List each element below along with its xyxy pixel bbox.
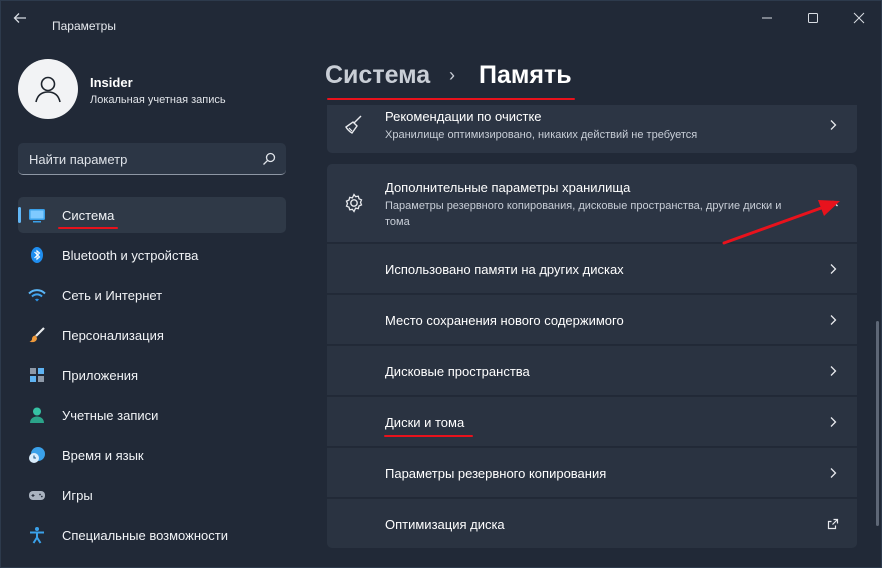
brush-icon	[29, 327, 45, 343]
sidebar-item-label: Время и язык	[62, 448, 144, 463]
accounts-icon	[30, 407, 44, 423]
sidebar-nav: Система Bluetooth и устройства Сеть и Ин…	[18, 197, 286, 557]
chevron-right-icon	[830, 468, 837, 478]
maximize-button[interactable]	[795, 5, 831, 31]
sidebar-item-gaming[interactable]: Игры	[18, 477, 286, 513]
bluetooth-icon	[31, 247, 43, 263]
annotation-arrow	[722, 200, 840, 245]
sidebar-item-label: Сеть и Интернет	[62, 288, 163, 303]
row-label: Дисковые пространства	[385, 364, 530, 379]
system-icon	[29, 209, 45, 223]
scrollbar[interactable]	[876, 321, 879, 526]
disks-volumes-row[interactable]: Диски и тома	[327, 396, 857, 446]
sidebar-item-label: Bluetooth и устройства	[62, 248, 199, 263]
gamepad-icon	[29, 491, 45, 500]
sidebar-item-time-language[interactable]: Время и язык	[18, 437, 286, 473]
cleanup-description: Хранилище оптимизировано, никаких действ…	[385, 129, 698, 141]
accessibility-icon	[30, 527, 44, 544]
cleanup-recommendations-card[interactable]: Рекомендации по очистке Хранилище оптими…	[327, 105, 857, 153]
drive-optimization-row[interactable]: Оптимизация диска	[327, 498, 857, 548]
chevron-right-icon	[830, 417, 837, 427]
sidebar-item-bluetooth[interactable]: Bluetooth и устройства	[18, 237, 286, 273]
minimize-icon	[762, 17, 772, 19]
broom-icon	[345, 115, 362, 134]
sidebar-item-label: Система	[62, 208, 115, 223]
sidebar-item-label: Персонализация	[62, 328, 164, 343]
sidebar-item-accessibility[interactable]: Специальные возможности	[18, 517, 286, 553]
maximize-icon	[808, 13, 818, 23]
annotation-underline	[58, 227, 118, 229]
breadcrumb-separator: ›	[449, 65, 455, 85]
title-bar: Параметры	[1, 1, 882, 37]
row-label: Параметры резервного копирования	[385, 466, 607, 481]
sidebar-item-accounts[interactable]: Учетные записи	[18, 397, 286, 433]
row-label: Оптимизация диска	[385, 517, 505, 532]
sidebar-item-apps[interactable]: Приложения	[18, 357, 286, 393]
sidebar-item-label: Учетные записи	[62, 408, 159, 423]
avatar[interactable]	[18, 59, 78, 119]
gear-icon	[345, 193, 363, 213]
account-type: Локальная учетная запись	[90, 94, 226, 106]
advanced-storage-title: Дополнительные параметры хранилища	[385, 180, 631, 195]
search-icon[interactable]	[261, 151, 277, 167]
save-location-row[interactable]: Место сохранения нового содержимого	[327, 294, 857, 344]
wifi-icon	[28, 289, 46, 302]
annotation-underline	[327, 98, 575, 100]
active-indicator	[18, 207, 21, 223]
page-title: Память	[479, 61, 572, 89]
row-label: Место сохранения нового содержимого	[385, 313, 624, 328]
chevron-right-icon	[830, 366, 837, 376]
annotation-underline	[384, 435, 473, 437]
app-title: Параметры	[52, 19, 116, 33]
close-button[interactable]	[841, 5, 877, 31]
back-arrow-icon	[13, 13, 26, 23]
apps-icon	[30, 368, 44, 382]
search-box[interactable]: Найти параметр	[18, 143, 286, 175]
chevron-right-icon	[830, 264, 837, 274]
backup-options-row[interactable]: Параметры резервного копирования	[327, 447, 857, 497]
row-label: Диски и тома	[385, 415, 465, 430]
cleanup-title: Рекомендации по очистке	[385, 109, 542, 124]
storage-spaces-row[interactable]: Дисковые пространства	[327, 345, 857, 395]
sidebar-item-label: Приложения	[62, 368, 139, 383]
user-icon	[35, 76, 61, 103]
sidebar-item-network[interactable]: Сеть и Интернет	[18, 277, 286, 313]
minimize-button[interactable]	[749, 5, 785, 31]
back-button[interactable]	[13, 11, 39, 29]
row-label: Использовано памяти на других дисках	[385, 262, 624, 277]
chevron-right-icon	[830, 315, 837, 325]
chevron-right-icon	[830, 120, 837, 130]
close-icon	[853, 12, 865, 24]
sidebar-item-label: Игры	[62, 488, 93, 503]
user-name: Insider	[90, 75, 133, 90]
sidebar-item-personalization[interactable]: Персонализация	[18, 317, 286, 353]
external-link-icon	[827, 518, 839, 530]
search-input[interactable]: Найти параметр	[29, 152, 127, 167]
settings-window: Параметры Insider Локальная учетная запи…	[0, 0, 882, 568]
time-language-icon	[29, 447, 45, 463]
sidebar-item-label: Специальные возможности	[62, 528, 228, 543]
breadcrumb-parent[interactable]: Система	[325, 61, 430, 90]
